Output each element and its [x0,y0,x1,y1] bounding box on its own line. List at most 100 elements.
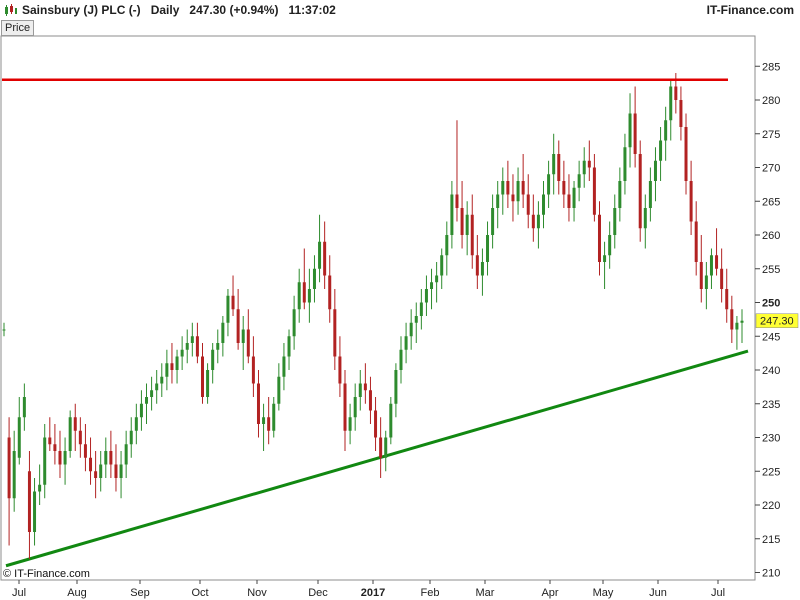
candle-body [256,383,260,424]
candle-body [480,262,484,276]
candle-body [323,241,327,276]
candle-body [170,363,174,370]
y-tick-label: 275 [762,129,780,141]
candle-body [150,390,154,397]
candle-body [618,181,622,208]
candle-body [312,268,316,289]
candle-body [333,309,337,357]
x-tick-label: Oct [191,587,208,599]
candle-body [241,329,245,343]
candle-body [343,383,347,431]
candle-body [73,417,77,431]
candle-body [318,241,322,269]
candle-body [12,451,16,499]
candle-body [613,208,617,235]
candle-body [689,181,693,222]
candle-body [669,86,673,121]
candle-body [129,430,133,445]
candle-body [27,471,31,532]
candle-body [160,376,164,384]
price-chart[interactable]: 210 215 220 225 230 235 240 245 250 255 260 265 270 2… [0,20,800,600]
candle-body [648,181,652,208]
candle-body [435,275,439,283]
candle-body [470,214,474,256]
candle-body [2,329,6,331]
y-tick-label: 270 [762,163,780,175]
candle-body [328,275,332,310]
candle-body [190,336,194,343]
candle-body [562,181,566,195]
x-tick-label: Jul [711,587,725,599]
candle-body [231,295,235,310]
timestamp: 11:37:02 [288,3,336,17]
candle-body [694,221,698,262]
candle-body [674,86,678,100]
candle-body [236,309,240,343]
y-tick-label: 240 [762,365,780,377]
candle-body [623,147,627,181]
candle-body [139,403,143,418]
candle-body [709,255,713,276]
candle-body [572,187,576,208]
candle-body [430,282,434,289]
candle-body [368,390,372,411]
candle-body [89,457,93,472]
x-tick-label: Feb [421,587,440,599]
candle-body [292,309,296,337]
candle-body [715,255,719,269]
candle-body [251,356,255,384]
price-panel-tab[interactable]: Price [1,20,35,36]
x-tick-label: Jul [12,587,26,599]
candle-body [38,484,42,492]
candle-body [226,295,230,323]
candle-body [58,451,62,465]
candle-body [246,329,250,357]
candle-body [63,451,67,465]
x-tick-label: Dec [308,587,328,599]
candle-body [526,194,530,215]
y-tick-label: 210 [762,568,780,580]
candle-body [195,336,199,357]
candle-body [155,383,159,391]
candlestick-logo-icon [5,4,17,16]
candle-body [653,160,657,181]
candle-body [297,282,301,310]
candle-body [22,397,26,418]
candle-body [338,356,342,384]
last-price-label: 247.30 [760,316,794,328]
candle-body [628,113,632,148]
candle-body [486,235,490,262]
candle-body [17,417,21,458]
x-axis: Jul Aug Sep Oct Nov Dec 2017 Feb Mar Apr May Jun Jul [12,580,725,599]
candle-body [577,174,581,188]
candle-body [99,464,103,478]
candle-body [267,417,271,431]
y-tick-label: 215 [762,534,780,546]
candle-body [374,410,378,438]
y-tick-label: 280 [762,95,780,107]
candle-body [48,437,52,445]
y-tick-label: 260 [762,230,780,242]
candle-body [262,417,266,424]
candle-body [684,127,688,181]
candle-body [83,444,87,458]
x-tick-label: 2017 [361,587,385,599]
candle-body [536,214,540,229]
candle-body [592,167,596,215]
candle-body [363,383,367,391]
candle-body [277,376,281,404]
candle-body [419,302,423,316]
candle-body [511,194,515,202]
candle-body [307,289,311,303]
candle-body [104,451,108,465]
candle-body [109,451,113,465]
candle-body [53,444,57,451]
candle-body [7,437,11,499]
candle-body [200,356,204,397]
candle-body [557,154,561,181]
candle-body [94,471,98,478]
x-tick-label: Jun [649,587,667,599]
y-tick-label: 235 [762,399,780,411]
candle-body [424,289,428,303]
candle-body [399,349,403,370]
